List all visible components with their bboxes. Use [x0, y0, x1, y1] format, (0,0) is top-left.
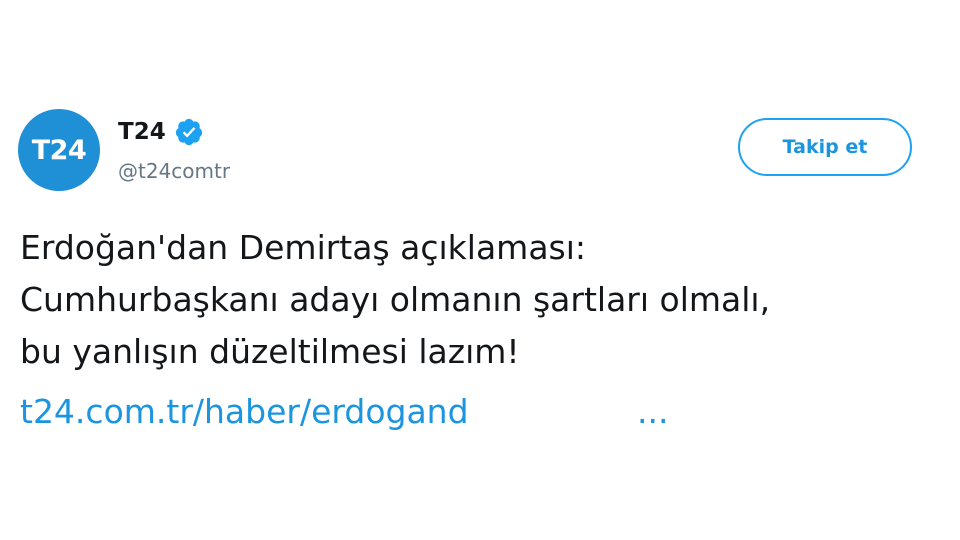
avatar-logo-text: T24 [31, 134, 87, 166]
display-name[interactable]: T24 [118, 119, 166, 145]
tweet-text: Erdoğan'dan Demirtaş açıklaması: Cumhurb… [20, 222, 950, 378]
author-name-row: T24 [118, 116, 204, 148]
author-handle[interactable]: @t24comtr [118, 159, 230, 183]
follow-button[interactable]: Takip et [738, 118, 912, 176]
verified-badge-icon [174, 117, 204, 147]
tweet-card: T24 T24 @t24comtr Takip et Erdoğan'dan D… [0, 0, 960, 540]
avatar[interactable]: T24 [18, 109, 100, 191]
tweet-text-line: bu yanlışın düzeltilmesi lazım! [20, 332, 520, 371]
tweet-link[interactable]: t24.com.tr/haber/erdogand [20, 386, 469, 438]
tweet-link-ellipsis[interactable]: ... [637, 386, 668, 438]
tweet-text-line: Erdoğan'dan Demirtaş açıklaması: [20, 228, 587, 267]
tweet-text-line: Cumhurbaşkanı adayı olmanın şartları olm… [20, 280, 771, 319]
